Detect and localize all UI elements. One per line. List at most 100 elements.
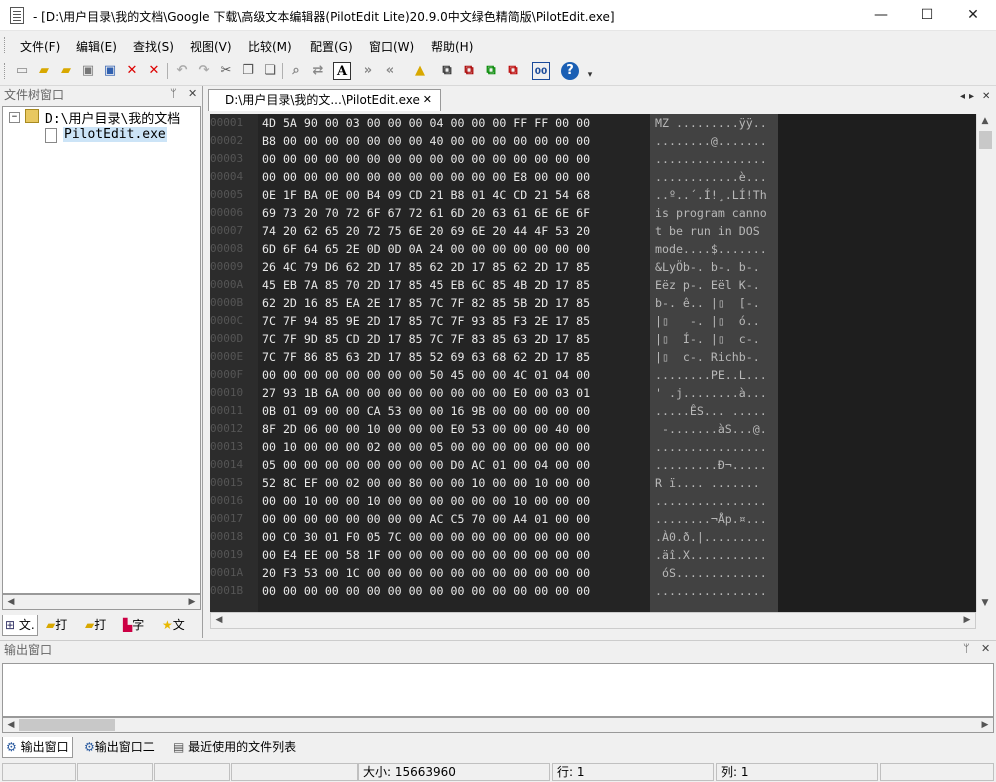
cut-icon[interactable]: ✂ [217,62,235,80]
row-hex-bytes[interactable]: 20 F3 53 00 1C 00 00 00 00 00 00 00 00 0… [262,564,590,582]
row-ascii-text[interactable]: t be run in DOS [655,222,767,240]
redo-icon[interactable]: ↷ [195,62,213,80]
row-ascii-text[interactable]: ................ [655,150,767,168]
row-hex-bytes[interactable]: 45 EB 7A 85 70 2D 17 85 45 EB 6C 85 4B 2… [262,276,590,294]
row-ascii-text[interactable]: .....ÊS... ..... [655,402,767,420]
tab-recent-files[interactable]: ▤ 最近使用的文件列表 [170,737,299,758]
row-ascii-text[interactable]: .........Ð¬..... [655,456,767,474]
row-hex-bytes[interactable]: 74 20 62 65 20 72 75 6E 20 69 6E 20 44 4… [262,222,590,240]
open-recent-icon[interactable]: ▰ [57,62,75,80]
row-hex-bytes[interactable]: 4D 5A 90 00 03 00 00 00 04 00 00 00 FF F… [262,114,590,132]
scroll-right-icon[interactable]: ▶ [959,613,975,629]
scroll-thumb[interactable] [979,131,992,149]
row-hex-bytes[interactable]: 0E 1F BA 0E 00 B4 09 CD 21 B8 01 4C CD 2… [262,186,590,204]
row-hex-bytes[interactable]: 52 8C EF 00 02 00 00 80 00 00 10 00 00 1… [262,474,590,492]
row-ascii-text[interactable]: ' .j........à... [655,384,767,402]
copy-icon[interactable]: ❐ [239,62,257,80]
row-ascii-text[interactable]: |▯ c-. Richb-. [655,348,760,366]
menu-config[interactable]: 配置(G) [310,38,353,55]
menu-help[interactable]: 帮助(H) [431,38,473,55]
toolbar-grip[interactable] [4,63,7,79]
new-file-icon[interactable]: ▭ [13,62,31,80]
menu-grip[interactable] [4,37,7,53]
scroll-left-icon[interactable]: ◀ [3,718,19,734]
tab-favorites[interactable]: ★文 [160,615,187,636]
pin-icon[interactable]: ᛘ [170,87,177,100]
tab-prev-icon[interactable]: ◂ [960,91,965,102]
output-horizontal-scrollbar[interactable]: ◀ ▶ [2,717,994,733]
hex-convert-icon[interactable]: ⧉ [504,62,522,80]
row-ascii-text[interactable]: |▯ -. |▯ ó.. [655,312,760,330]
undo-icon[interactable]: ↶ [173,62,191,80]
row-hex-bytes[interactable]: 00 00 00 00 00 00 00 00 00 00 00 00 00 0… [262,582,590,600]
hex-view[interactable]: 00001 4D 5A 90 00 03 00 00 00 04 00 00 00… [210,114,976,612]
menu-search[interactable]: 查找(S) [133,38,174,55]
menu-window[interactable]: 窗口(W) [369,38,414,55]
close-icon[interactable]: ✕ [981,642,990,655]
paste-icon[interactable]: ❏ [261,62,279,80]
row-hex-bytes[interactable]: 69 73 20 70 72 6F 67 72 61 6D 20 63 61 6… [262,204,590,222]
document-tab[interactable]: D:\用户目录\我的文...\PilotEdit.exe ✕ [208,89,441,111]
scroll-left-icon[interactable]: ◀ [3,595,19,611]
row-ascii-text[interactable]: ................ [655,492,767,510]
menu-compare[interactable]: 比较(M) [248,38,292,55]
find-icon[interactable]: ⌕ [287,62,305,80]
row-hex-bytes[interactable]: 26 4C 79 D6 62 2D 17 85 62 2D 17 85 62 2… [262,258,590,276]
help-icon[interactable]: ? [561,62,579,80]
tab-next-icon[interactable]: ▸ [969,91,974,102]
row-ascii-text[interactable]: .äî.X........... [655,546,767,564]
row-hex-bytes[interactable]: 27 93 1B 6A 00 00 00 00 00 00 00 00 E0 0… [262,384,590,402]
row-hex-bytes[interactable]: 00 00 00 00 00 00 00 00 00 00 00 00 E8 0… [262,168,590,186]
row-ascii-text[interactable]: ................ [655,582,767,600]
row-hex-bytes[interactable]: 00 00 00 00 00 00 00 00 AC C5 70 00 A4 0… [262,510,590,528]
compare-next-icon[interactable]: ⧉ [460,62,478,80]
close-all-icon[interactable]: ✕ [145,62,163,80]
row-ascii-text[interactable]: |▯ Í-. |▯ c-. [655,330,760,348]
ftp-icon[interactable]: ▲ [411,62,429,80]
row-ascii-text[interactable]: ............è... [655,168,767,186]
row-hex-bytes[interactable]: 00 E4 EE 00 58 1F 00 00 00 00 00 00 00 0… [262,546,590,564]
row-ascii-text[interactable]: R ï.... ....... [655,474,760,492]
row-ascii-text[interactable]: is program canno [655,204,767,222]
output-text-area[interactable] [2,663,994,717]
vertical-scrollbar[interactable]: ▲ ▼ [976,114,993,612]
menu-file[interactable]: 文件(F) [20,38,60,55]
row-ascii-text[interactable]: b-. ê.. |▯ [-. [655,294,760,312]
tab-opened-dirs[interactable]: ▰打 [83,615,108,636]
tab-opened-files[interactable]: ▰打 [44,615,69,636]
row-hex-bytes[interactable]: 00 00 10 00 00 10 00 00 00 00 00 00 10 0… [262,492,590,510]
font-icon[interactable]: A [333,62,351,80]
app-icon[interactable] [10,7,24,24]
indent-icon[interactable]: » [359,62,377,80]
row-hex-bytes[interactable]: 00 C0 30 01 F0 05 7C 00 00 00 00 00 00 0… [262,528,590,546]
maximize-button[interactable]: ☐ [904,0,950,31]
close-icon[interactable]: ✕ [188,87,197,100]
menu-edit[interactable]: 编辑(E) [76,38,117,55]
row-ascii-text[interactable]: Eëz p-. Eël K-. [655,276,760,294]
compare-prev-icon[interactable]: ⧉ [482,62,500,80]
menu-view[interactable]: 视图(V) [190,38,232,55]
row-ascii-text[interactable]: ........@....... [655,132,767,150]
row-ascii-text[interactable]: -.......àS...@. [655,420,767,438]
scroll-down-icon[interactable]: ▼ [977,596,993,612]
close-file-icon[interactable]: ✕ [123,62,141,80]
file-tree[interactable]: − D:\用户目录\我的文档 PilotEdit.exe [2,106,201,594]
pin-icon[interactable]: ᛘ [963,642,970,655]
scroll-right-icon[interactable]: ▶ [184,595,200,611]
tab-chars[interactable]: ▙字 [121,615,146,636]
row-hex-bytes[interactable]: 00 00 00 00 00 00 00 00 50 45 00 00 4C 0… [262,366,590,384]
row-hex-bytes[interactable]: 00 00 00 00 00 00 00 00 00 00 00 00 00 0… [262,150,590,168]
scroll-left-icon[interactable]: ◀ [211,613,227,629]
binary-icon[interactable]: 00 [532,62,550,80]
row-hex-bytes[interactable]: 7C 7F 9D 85 CD 2D 17 85 7C 7F 83 85 63 2… [262,330,590,348]
toolbar-overflow-icon[interactable]: ▾ [581,66,599,84]
row-hex-bytes[interactable]: 00 10 00 00 00 02 00 00 05 00 00 00 00 0… [262,438,590,456]
row-hex-bytes[interactable]: 05 00 00 00 00 00 00 00 00 D0 AC 01 00 0… [262,456,590,474]
tree-root-label[interactable]: D:\用户目录\我的文档 [45,108,180,127]
collapse-icon[interactable]: − [9,112,20,123]
tab-output[interactable]: ⚙ 输出窗口 [2,737,73,758]
outdent-icon[interactable]: « [381,62,399,80]
row-hex-bytes[interactable]: 6D 6F 64 65 2E 0D 0D 0A 24 00 00 00 00 0… [262,240,590,258]
horizontal-scrollbar[interactable]: ◀ ▶ [210,612,976,629]
row-ascii-text[interactable]: ........¬Åp.¤... [655,510,767,528]
